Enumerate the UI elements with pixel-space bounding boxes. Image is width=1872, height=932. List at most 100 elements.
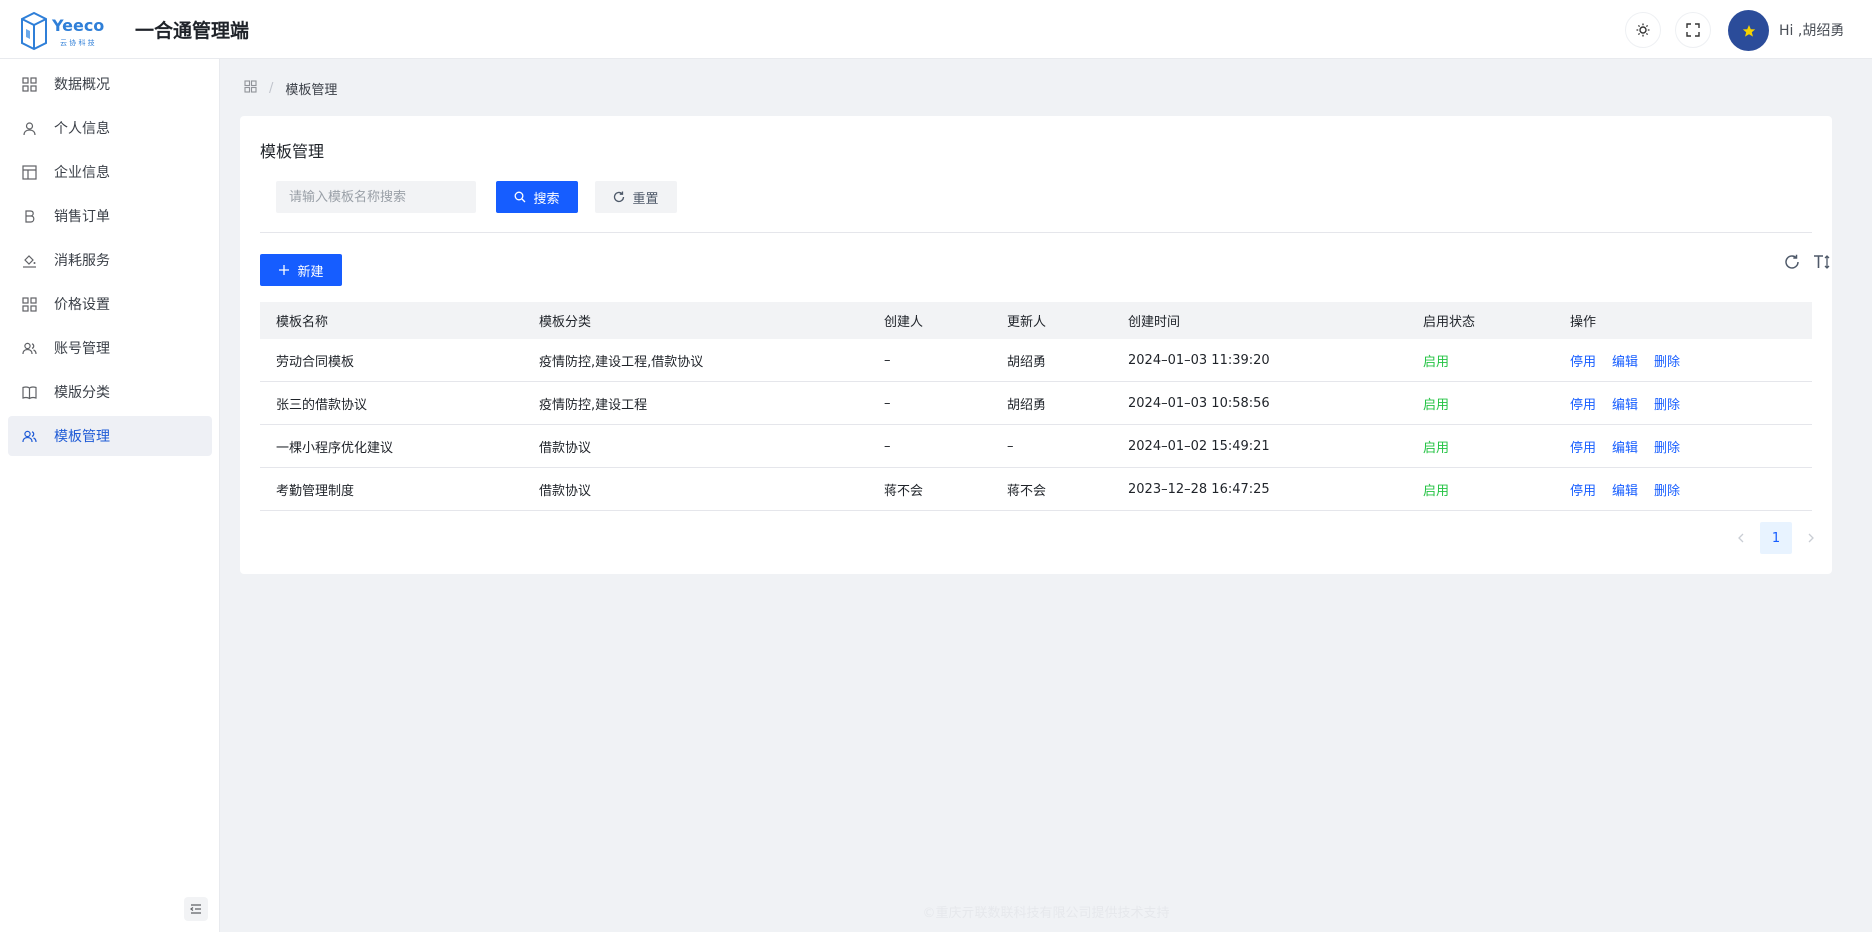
chevron-left-icon bbox=[1738, 533, 1744, 543]
column-density-button[interactable] bbox=[1813, 253, 1831, 271]
delete-button[interactable]: 删除 bbox=[1654, 484, 1680, 499]
reset-button[interactable]: 重置 bbox=[595, 181, 677, 213]
chevron-right-icon bbox=[1808, 533, 1814, 543]
user-greeting[interactable]: Hi ,胡绍勇 bbox=[1779, 20, 1844, 40]
breadcrumb-separator: / bbox=[269, 81, 274, 96]
template-category: 疫情防控,建设工程,借款协议 bbox=[539, 354, 704, 370]
updater: 胡绍勇 bbox=[1007, 397, 1047, 413]
creator: – bbox=[884, 352, 891, 368]
search-input[interactable] bbox=[276, 181, 476, 213]
sidebar-item-template-management[interactable]: 模板管理 bbox=[8, 416, 212, 456]
created-time: 2024–01–02 15:49:21 bbox=[1128, 438, 1270, 454]
footer-copyright: ©重庆亓联数联科技有限公司提供技术支持 bbox=[922, 906, 1170, 921]
avatar[interactable] bbox=[1728, 10, 1769, 51]
sidebar-item-template-category[interactable]: 模版分类 bbox=[8, 372, 212, 412]
delete-button[interactable]: 删除 bbox=[1654, 398, 1680, 413]
bucket-icon bbox=[21, 252, 37, 268]
status-badge: 启用 bbox=[1423, 354, 1450, 370]
column-header: 启用状态 bbox=[1423, 315, 1476, 330]
next-page-button[interactable] bbox=[1796, 523, 1826, 553]
collapse-sidebar-button[interactable] bbox=[184, 897, 208, 921]
row-actions: 停用 编辑 删除 bbox=[1570, 351, 1696, 370]
sun-icon bbox=[1636, 23, 1650, 37]
sidebar-item-consumption-service[interactable]: 消耗服务 bbox=[8, 240, 212, 280]
created-time: 2024–01–03 11:39:20 bbox=[1128, 352, 1270, 368]
sidebar-item-account-management[interactable]: 账号管理 bbox=[8, 328, 212, 368]
main-card: 模板管理 搜索 重置 新建 模板名称 模板分类 创建人 更新人 创建时间 启用状… bbox=[240, 116, 1832, 574]
sidebar-item-label: 价格设置 bbox=[54, 297, 110, 313]
template-category: 疫情防控,建设工程 bbox=[539, 397, 648, 413]
search-icon bbox=[514, 191, 526, 203]
new-button-label: 新建 bbox=[297, 264, 324, 280]
sidebar-item-price-settings[interactable]: 价格设置 bbox=[8, 284, 212, 324]
sidebar-item-label: 个人信息 bbox=[54, 121, 110, 137]
delete-button[interactable]: 删除 bbox=[1654, 355, 1680, 370]
search-button[interactable]: 搜索 bbox=[496, 181, 578, 213]
table-row: 考勤管理制度 借款协议 蒋不会 蒋不会 2023–12–28 16:47:25 … bbox=[260, 468, 1812, 511]
page-title: 模板管理 bbox=[260, 142, 325, 161]
theme-toggle-button[interactable] bbox=[1625, 12, 1661, 48]
column-header: 创建时间 bbox=[1128, 315, 1181, 330]
template-name: 一棵小程序优化建议 bbox=[276, 440, 394, 456]
status-badge: 启用 bbox=[1423, 397, 1450, 413]
refresh-icon bbox=[613, 191, 625, 203]
sidebar-item-label: 销售订单 bbox=[54, 209, 110, 225]
creator: – bbox=[884, 395, 891, 411]
disable-button[interactable]: 停用 bbox=[1570, 484, 1596, 499]
bold-b-icon bbox=[21, 208, 37, 224]
column-header: 创建人 bbox=[884, 315, 924, 330]
app-title: 一合通管理端 bbox=[135, 20, 250, 42]
menu-fold-icon bbox=[190, 904, 201, 914]
top-header: Yeeco 云 协 科 技 一合通管理端 Hi ,胡绍勇 bbox=[0, 0, 1872, 59]
grid-icon bbox=[21, 76, 37, 92]
created-time: 2024–01–03 10:58:56 bbox=[1128, 395, 1270, 411]
sidebar-item-data-overview[interactable]: 数据概况 bbox=[8, 64, 212, 104]
refresh-icon bbox=[1785, 254, 1799, 269]
row-actions: 停用 编辑 删除 bbox=[1570, 394, 1696, 413]
disable-button[interactable]: 停用 bbox=[1570, 355, 1596, 370]
template-name: 劳动合同模板 bbox=[276, 354, 355, 370]
edit-button[interactable]: 编辑 bbox=[1612, 441, 1638, 456]
prev-page-button[interactable] bbox=[1726, 523, 1756, 553]
sidebar-item-sales-orders[interactable]: 销售订单 bbox=[8, 196, 212, 236]
edit-button[interactable]: 编辑 bbox=[1612, 355, 1638, 370]
text-size-icon bbox=[1814, 255, 1830, 269]
edit-button[interactable]: 编辑 bbox=[1612, 398, 1638, 413]
breadcrumb-current: 模板管理 bbox=[285, 83, 338, 98]
pagination: 1 bbox=[1726, 522, 1826, 554]
user-group-icon bbox=[21, 340, 37, 356]
template-table: 模板名称 模板分类 创建人 更新人 创建时间 启用状态 操作 劳动合同模板 疫情… bbox=[260, 302, 1812, 511]
table-row: 一棵小程序优化建议 借款协议 – – 2024–01–02 15:49:21 启… bbox=[260, 425, 1812, 468]
disable-button[interactable]: 停用 bbox=[1570, 398, 1596, 413]
new-button[interactable]: 新建 bbox=[260, 254, 342, 286]
search-button-label: 搜索 bbox=[533, 191, 560, 207]
svg-text:云 协 科 技: 云 协 科 技 bbox=[60, 38, 95, 47]
grid-icon bbox=[21, 296, 37, 312]
sidebar-item-label: 消耗服务 bbox=[54, 253, 110, 269]
refresh-table-button[interactable] bbox=[1783, 253, 1801, 271]
book-icon bbox=[21, 384, 37, 400]
updater: 蒋不会 bbox=[1007, 483, 1047, 499]
fullscreen-button[interactable] bbox=[1675, 12, 1711, 48]
delete-button[interactable]: 删除 bbox=[1654, 441, 1680, 456]
column-header: 模板名称 bbox=[276, 315, 329, 330]
disable-button[interactable]: 停用 bbox=[1570, 441, 1596, 456]
table-row: 张三的借款协议 疫情防控,建设工程 – 胡绍勇 2024–01–03 10:58… bbox=[260, 382, 1812, 425]
company-logo[interactable]: Yeeco 云 协 科 技 bbox=[18, 9, 120, 51]
reset-button-label: 重置 bbox=[632, 191, 659, 207]
plus-icon bbox=[278, 264, 290, 276]
sidebar-item-company-info[interactable]: 企业信息 bbox=[8, 152, 212, 192]
sidebar-item-personal-info[interactable]: 个人信息 bbox=[8, 108, 212, 148]
column-header: 操作 bbox=[1570, 315, 1597, 330]
sidebar-item-label: 企业信息 bbox=[54, 165, 110, 181]
row-actions: 停用 编辑 删除 bbox=[1570, 437, 1696, 456]
sidebar-item-label: 模板管理 bbox=[54, 429, 110, 445]
page-number[interactable]: 1 bbox=[1760, 522, 1792, 554]
column-header: 更新人 bbox=[1007, 315, 1047, 330]
column-header: 模板分类 bbox=[539, 315, 592, 330]
status-badge: 启用 bbox=[1423, 440, 1450, 456]
template-name: 考勤管理制度 bbox=[276, 483, 355, 499]
apps-icon[interactable] bbox=[244, 80, 257, 97]
sidebar: 数据概况 个人信息 企业信息 销售订单 消耗服务 价格设置 账号管理 模版分类 … bbox=[0, 59, 220, 932]
edit-button[interactable]: 编辑 bbox=[1612, 484, 1638, 499]
